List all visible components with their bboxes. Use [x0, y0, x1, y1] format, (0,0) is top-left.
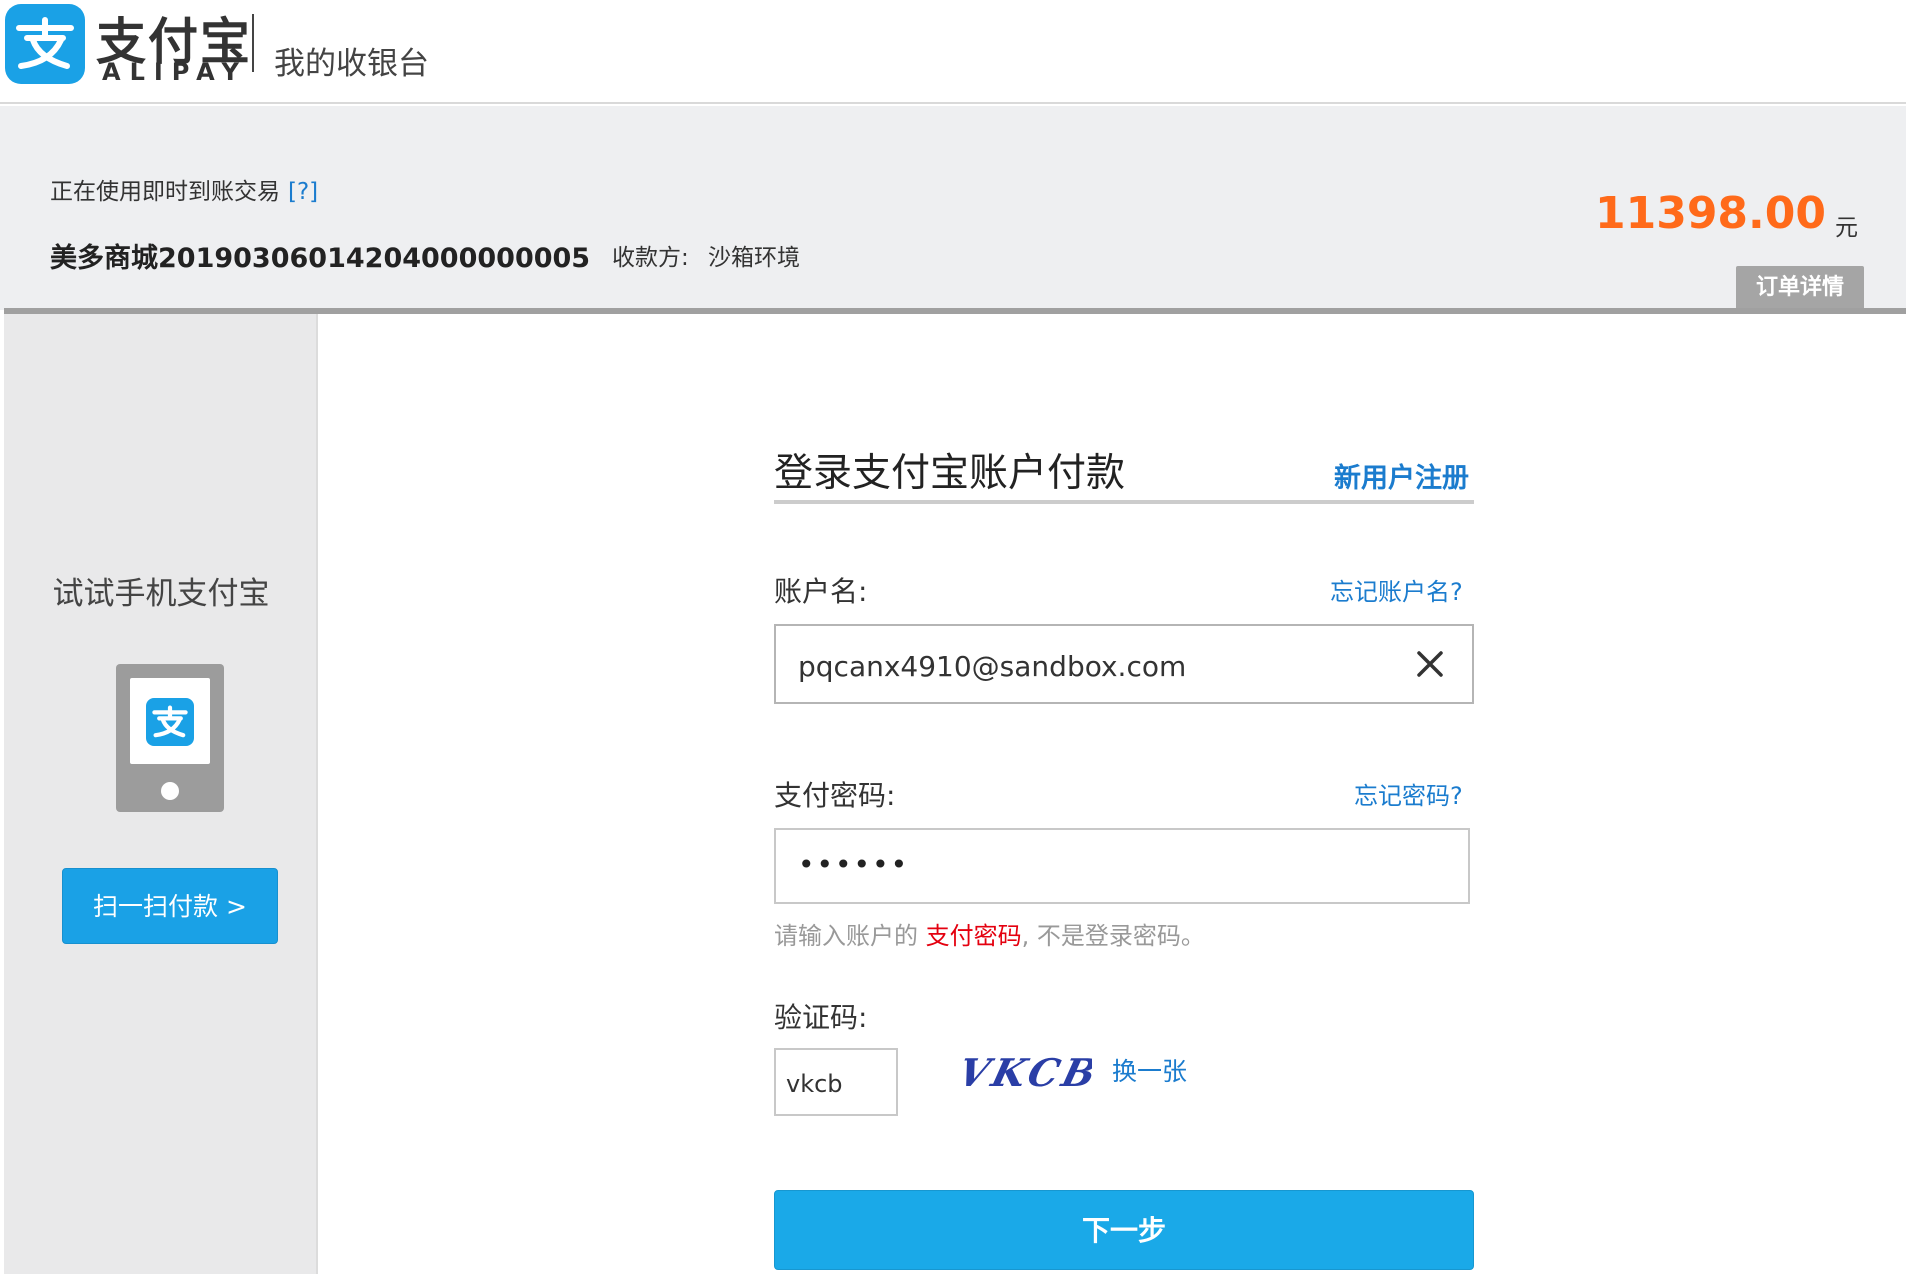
login-form-title: 登录支付宝账户付款 — [774, 451, 1126, 496]
captcha-refresh-link[interactable]: 换一张 — [1112, 1052, 1187, 1088]
close-icon[interactable] — [1414, 648, 1446, 680]
password-hint: 请输入账户的 支付密码, 不是登录密码。 — [774, 916, 1205, 951]
payee-value: 沙箱环境 — [708, 245, 800, 271]
payee-label: 收款方: — [612, 245, 689, 271]
account-label: 账户名: — [774, 575, 868, 608]
captcha-image[interactable]: VKCB — [950, 1046, 1105, 1102]
phone-home-button — [161, 782, 179, 800]
alipay-logo-icon[interactable] — [5, 4, 85, 84]
order-info-bar: 正在使用即时到账交易 [?] 美多商城2019030601420400000000… — [0, 106, 1906, 310]
captcha-input-value: vkcb — [786, 1070, 843, 1098]
order-title: 美多商城20190306014204000000005 — [50, 243, 591, 274]
captcha-input[interactable]: vkcb — [774, 1048, 898, 1116]
amount-unit: 元 — [1835, 215, 1858, 241]
password-input-value: •••••• — [798, 848, 910, 881]
form-title-divider — [774, 500, 1474, 504]
password-hint-prefix: 请输入账户的 — [774, 922, 926, 950]
brand-name-en: ALIPAY — [102, 58, 248, 86]
mobile-pay-panel: 试试手机支付宝 扫一扫付款 > — [4, 314, 318, 1274]
next-step-button[interactable]: 下一步 — [774, 1190, 1474, 1270]
register-link[interactable]: 新用户注册 — [1334, 456, 1469, 495]
trade-type-label: 正在使用即时到账交易 — [50, 179, 280, 205]
order-detail-button[interactable]: 订单详情 — [1736, 266, 1864, 310]
top-header: 支付宝 ALIPAY 我的收银台 — [0, 0, 1906, 104]
account-input-value: pqcanx4910@sandbox.com — [798, 650, 1187, 683]
order-amount: 11398.00 — [1594, 188, 1826, 239]
captcha-image-text: VKCB — [954, 1052, 1092, 1096]
account-input[interactable]: pqcanx4910@sandbox.com — [774, 624, 1474, 704]
password-hint-suffix: , 不是登录密码。 — [1021, 922, 1205, 950]
mobile-phone-icon — [116, 664, 224, 812]
mobile-pay-title: 试试手机支付宝 — [52, 576, 270, 612]
page-title: 我的收银台 — [274, 46, 429, 82]
alipay-small-logo-icon — [146, 698, 194, 746]
password-input[interactable]: •••••• — [774, 828, 1470, 904]
forgot-account-link[interactable]: 忘记账户名? — [1330, 572, 1463, 607]
header-divider — [252, 14, 254, 72]
password-label: 支付密码: — [774, 779, 896, 812]
scan-to-pay-button[interactable]: 扫一扫付款 > — [62, 868, 278, 944]
password-hint-highlight: 支付密码 — [925, 922, 1022, 950]
trade-help-link[interactable]: [?] — [288, 179, 318, 205]
forgot-password-link[interactable]: 忘记密码? — [1354, 776, 1463, 811]
captcha-label: 验证码: — [774, 1001, 868, 1034]
phone-screen — [130, 678, 210, 764]
trade-type-text: 正在使用即时到账交易 [?] — [50, 172, 318, 206]
